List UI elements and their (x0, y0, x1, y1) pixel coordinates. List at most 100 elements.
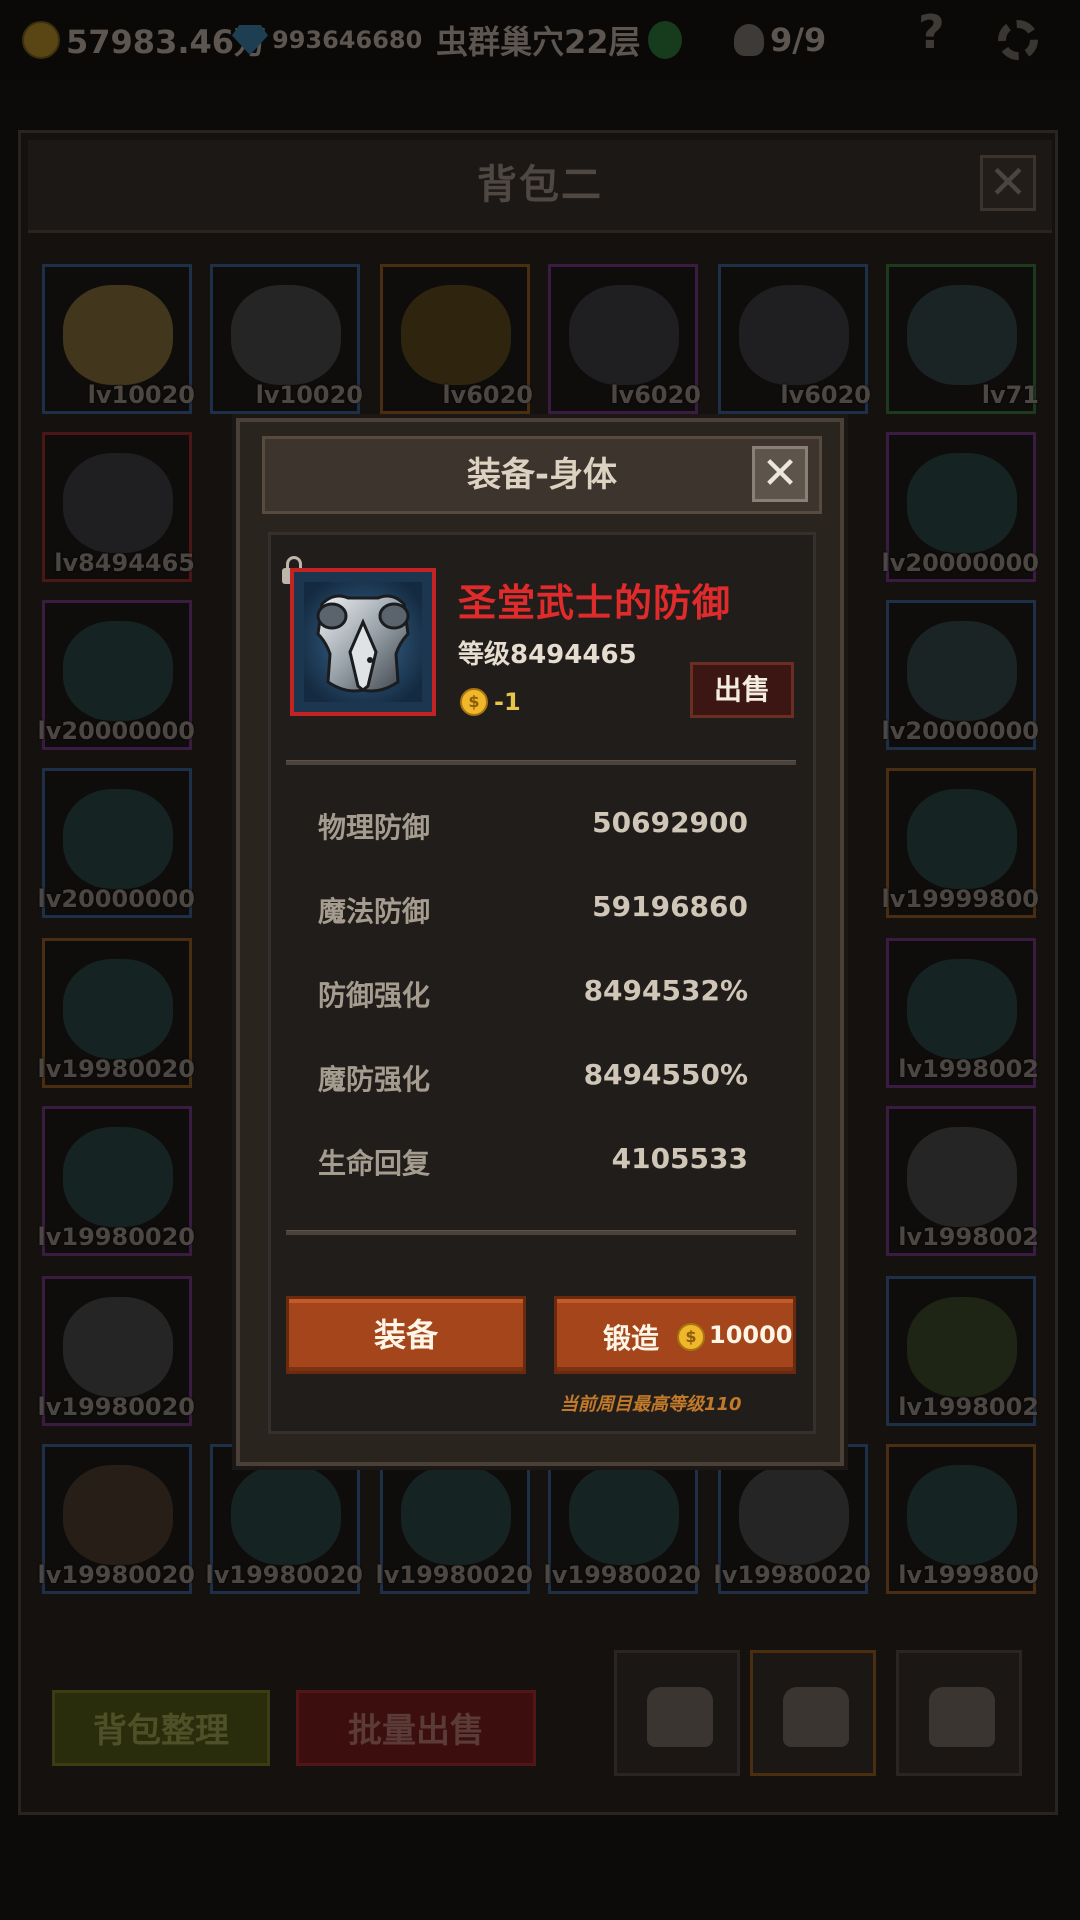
slot-level: lv19980020 (37, 1223, 195, 1251)
stat-row: 防御强化 8494532% (318, 974, 748, 1014)
close-icon: ✕ (761, 448, 799, 499)
helmet-icon (907, 1127, 1017, 1227)
sword-icon (907, 621, 1017, 721)
settings-button[interactable] (998, 18, 1038, 62)
bag-slot[interactable]: lv19980020 (38, 1276, 195, 1426)
helmet-icon (231, 285, 341, 385)
green-orb-icon (648, 21, 682, 59)
dialog-close-button[interactable]: ✕ (752, 446, 808, 502)
bag-slot[interactable]: lv19980020 (38, 1444, 195, 1594)
equip-button[interactable]: 装备 (286, 1296, 526, 1374)
bag-slot[interactable]: lv6020 (548, 264, 701, 414)
orb-icon (63, 621, 173, 721)
sort-bag-button[interactable]: 背包整理 (52, 1690, 270, 1766)
slot-level: lv1998002 (898, 1393, 1039, 1421)
bag-slot[interactable]: lv20000000 (38, 768, 195, 918)
bag-slot[interactable]: lv19980020 (206, 1444, 363, 1594)
bag-slot[interactable]: lv1998002 (886, 938, 1039, 1088)
bag-slot[interactable]: lv19999800 (882, 768, 1039, 918)
stat-value: 50692900 (592, 806, 748, 839)
orb-icon (401, 1465, 511, 1565)
bag-slot[interactable]: lv8494465 (42, 432, 195, 582)
bulk-sell-button[interactable]: 批量出售 (296, 1690, 536, 1766)
forge-button[interactable]: 锻造 $ 10000 (554, 1296, 796, 1374)
bag-slot[interactable]: lv10020 (210, 264, 363, 414)
bag-slot[interactable]: lv20000000 (882, 432, 1039, 582)
gold-coin-icon (22, 21, 60, 59)
stat-value: 59196860 (592, 890, 748, 923)
gem-display: 993646680 (232, 18, 422, 62)
backpack-icon (647, 1687, 713, 1747)
slot-level: lv6020 (780, 381, 871, 409)
question-icon[interactable]: ? (918, 5, 945, 59)
bag-slot[interactable]: lv1998002 (886, 1276, 1039, 1426)
slot-level: lv1998002 (898, 1223, 1039, 1251)
helmet-icon (739, 1465, 849, 1565)
armor-icon (304, 582, 422, 702)
bag-slot[interactable]: lv19980020 (714, 1444, 871, 1594)
slot-level: lv20000000 (881, 549, 1039, 577)
bag-close-button[interactable]: ✕ (980, 155, 1036, 211)
diamond-icon (232, 25, 268, 55)
top-status-bar: 57983.46万 993646680 虫群巢穴22层 9/9 ? (0, 0, 1080, 80)
slot-level: lv20000000 (37, 717, 195, 745)
slot-level: lv1999800 (898, 1561, 1039, 1589)
stat-row: 物理防御 50692900 (318, 806, 748, 846)
orb-icon (569, 1465, 679, 1565)
bag-slot[interactable]: lv71 (886, 264, 1039, 414)
bag-slot[interactable]: lv6020 (718, 264, 871, 414)
backpack-icon (783, 1687, 849, 1747)
bag-slot[interactable]: lv1998002 (886, 1106, 1039, 1256)
bag-slot[interactable]: lv1999800 (886, 1444, 1039, 1594)
forge-label: 锻造 (603, 1322, 660, 1355)
divider (286, 760, 796, 765)
kill-counter: 9/9 (734, 18, 826, 62)
item-sell-price: -1 (494, 688, 521, 716)
forge-cost: 10000 (709, 1321, 793, 1349)
orb-icon (231, 1465, 341, 1565)
stat-row: 生命回复 4105533 (318, 1142, 748, 1182)
stat-name: 生命回复 (318, 1147, 431, 1180)
slot-level: lv8494465 (54, 549, 195, 577)
bag-slot[interactable]: lv19980020 (544, 1444, 701, 1594)
gun-icon (907, 1297, 1017, 1397)
gold-coin-icon: $ (460, 688, 488, 716)
item-level: 等级8494465 (458, 640, 637, 670)
bag-slot[interactable]: lv6020 (380, 264, 533, 414)
necklace-icon (401, 285, 511, 385)
bag-slot[interactable]: lv19980020 (38, 938, 195, 1088)
slot-level: lv10020 (255, 381, 363, 409)
stat-value: 8494550% (583, 1058, 748, 1091)
sell-button[interactable]: 出售 (690, 662, 794, 718)
close-icon: ✕ (988, 155, 1028, 209)
bag-tab-3[interactable] (896, 1650, 1022, 1776)
bag-tab-1[interactable] (614, 1650, 740, 1776)
dialog-title: 装备-身体 (466, 455, 618, 495)
kill-count: 9/9 (770, 21, 827, 59)
stage-status-icon (648, 18, 682, 62)
sword-icon (907, 285, 1017, 385)
slot-level: lv19980020 (205, 1561, 363, 1589)
item-portrait (290, 568, 436, 716)
armor-icon (569, 285, 679, 385)
slot-level: lv19980020 (375, 1561, 533, 1589)
bag-slot[interactable]: lv19980020 (376, 1444, 533, 1594)
bag-slot[interactable]: lv20000000 (882, 600, 1039, 750)
bag-header: 背包二 (28, 140, 1052, 233)
gold-display: 57983.46万 (22, 18, 266, 62)
orb-icon (907, 959, 1017, 1059)
stat-name: 物理防御 (318, 811, 431, 844)
bag-tab-2[interactable] (750, 1650, 876, 1776)
bag-slot[interactable]: lv19980020 (38, 1106, 195, 1256)
slot-level: lv19999800 (881, 885, 1039, 913)
bag-slot[interactable]: lv10020 (42, 264, 195, 414)
divider (286, 1230, 796, 1235)
slot-level: lv6020 (610, 381, 701, 409)
slot-level: lv20000000 (37, 885, 195, 913)
gem-amount: 993646680 (272, 26, 423, 54)
orb-icon (63, 1127, 173, 1227)
bag-slot[interactable]: lv20000000 (38, 600, 195, 750)
armor-icon (739, 285, 849, 385)
orb-icon (63, 959, 173, 1059)
gold-coin-icon: $ (677, 1323, 705, 1351)
